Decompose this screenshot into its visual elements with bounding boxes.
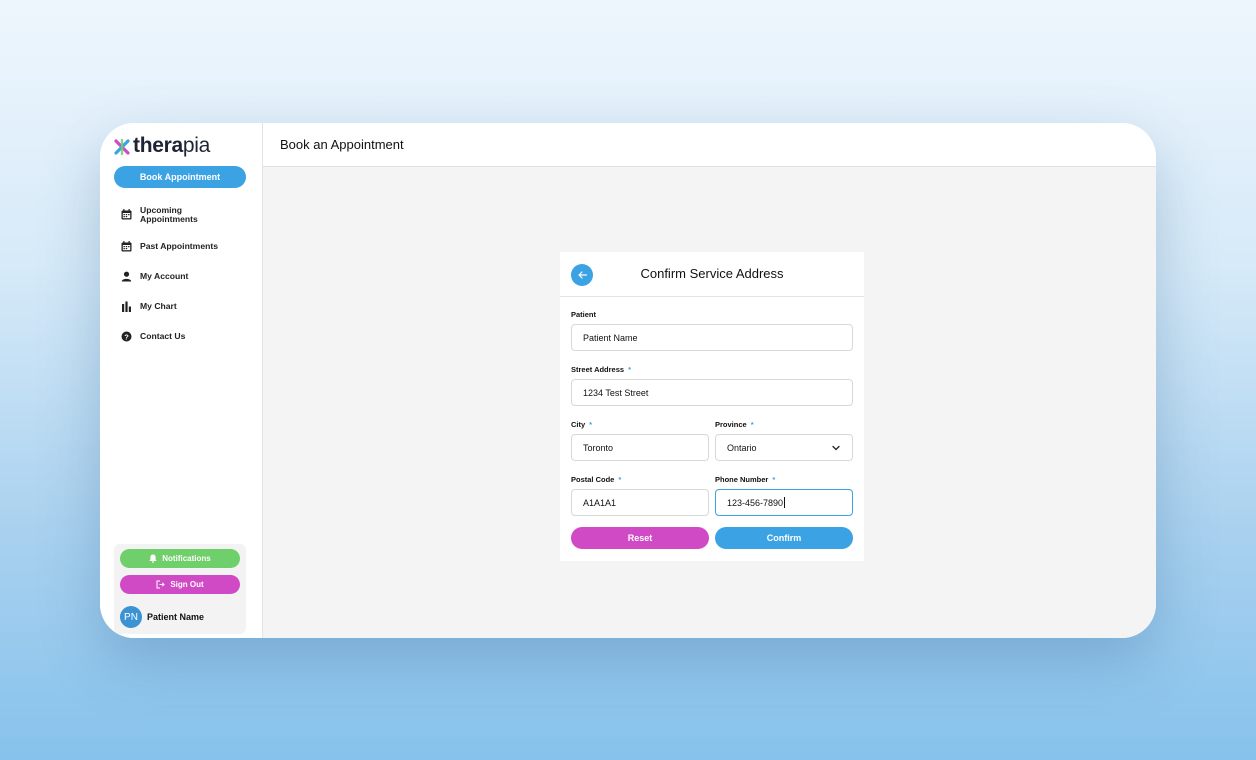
text-caret: [784, 497, 786, 508]
postal-code-label: Postal Code *: [571, 475, 622, 484]
notifications-label: Notifications: [162, 554, 211, 563]
sidebar-item-label: Past Appointments: [140, 240, 218, 251]
required-mark: *: [750, 420, 754, 429]
sidebar-bottom-panel: Notifications Sign Out PN Patient Name: [114, 544, 246, 634]
sidebar-item-label: Contact Us: [140, 330, 186, 341]
user-name: Patient Name: [147, 612, 205, 622]
service-address-card: Confirm Service Address Patient Patient …: [560, 252, 864, 561]
notifications-button[interactable]: Notifications: [120, 549, 240, 568]
reset-button[interactable]: Reset: [571, 527, 709, 549]
person-icon: [120, 270, 132, 282]
content-area: Confirm Service Address Patient Patient …: [263, 167, 1156, 638]
svg-text:?: ?: [124, 332, 129, 341]
required-mark: *: [772, 475, 776, 484]
street-address-label: Street Address *: [571, 365, 631, 374]
sidebar-item-my-account[interactable]: My Account: [120, 270, 188, 282]
bell-icon: [149, 554, 157, 563]
top-bar: Book an Appointment: [263, 123, 1156, 167]
patient-label: Patient: [571, 310, 597, 319]
required-mark: *: [618, 475, 622, 484]
sidebar-item-past-appointments[interactable]: Past Appointments: [120, 240, 218, 252]
city-label: City *: [571, 420, 593, 429]
calendar-icon: [120, 240, 132, 252]
sidebar-item-contact-us[interactable]: ? Contact Us: [120, 330, 185, 342]
user-profile[interactable]: PN Patient Name: [120, 606, 204, 628]
sidebar-item-my-chart[interactable]: My Chart: [120, 300, 177, 312]
sidebar-item-label: My Account: [140, 270, 189, 281]
logo-text: therapia: [133, 134, 210, 157]
calendar-icon: [120, 209, 132, 221]
bar-chart-icon: [120, 300, 132, 312]
sign-out-button[interactable]: Sign Out: [120, 575, 240, 594]
required-mark: *: [628, 365, 631, 374]
city-field[interactable]: Toronto: [571, 434, 709, 461]
confirm-button[interactable]: Confirm: [715, 527, 853, 549]
sign-out-icon: [156, 580, 166, 589]
help-icon: ?: [120, 330, 132, 342]
logo-mark-icon: [114, 139, 130, 155]
sign-out-label: Sign Out: [170, 580, 204, 589]
province-label: Province *: [715, 420, 754, 429]
street-address-field[interactable]: 1234 Test Street: [571, 379, 853, 406]
app-window: therapia powered by Rhyva Care Book Appo…: [100, 123, 1156, 638]
phone-number-label: Phone Number *: [715, 475, 776, 484]
sidebar: therapia powered by Rhyva Care Book Appo…: [100, 123, 263, 638]
sidebar-item-label: Upcoming Appointments: [140, 205, 198, 224]
province-select[interactable]: Ontario: [715, 434, 853, 461]
main-area: Book an Appointment Confirm Service Addr…: [263, 123, 1156, 638]
chevron-down-icon: [832, 445, 840, 451]
card-header: Confirm Service Address: [560, 252, 864, 297]
patient-field[interactable]: Patient Name: [571, 324, 853, 351]
card-title: Confirm Service Address: [640, 266, 784, 281]
avatar: PN: [120, 606, 142, 628]
sidebar-item-label: My Chart: [140, 300, 177, 311]
page-title: Book an Appointment: [280, 137, 404, 152]
postal-code-field[interactable]: A1A1A1: [571, 489, 709, 516]
sidebar-item-upcoming-appointments[interactable]: Upcoming Appointments: [120, 206, 220, 223]
required-mark: *: [589, 420, 593, 429]
therapia-logo[interactable]: therapia powered by Rhyva Care: [114, 134, 210, 170]
book-appointment-button[interactable]: Book Appointment: [114, 166, 246, 188]
phone-number-field[interactable]: 123-456-7890: [715, 489, 853, 516]
